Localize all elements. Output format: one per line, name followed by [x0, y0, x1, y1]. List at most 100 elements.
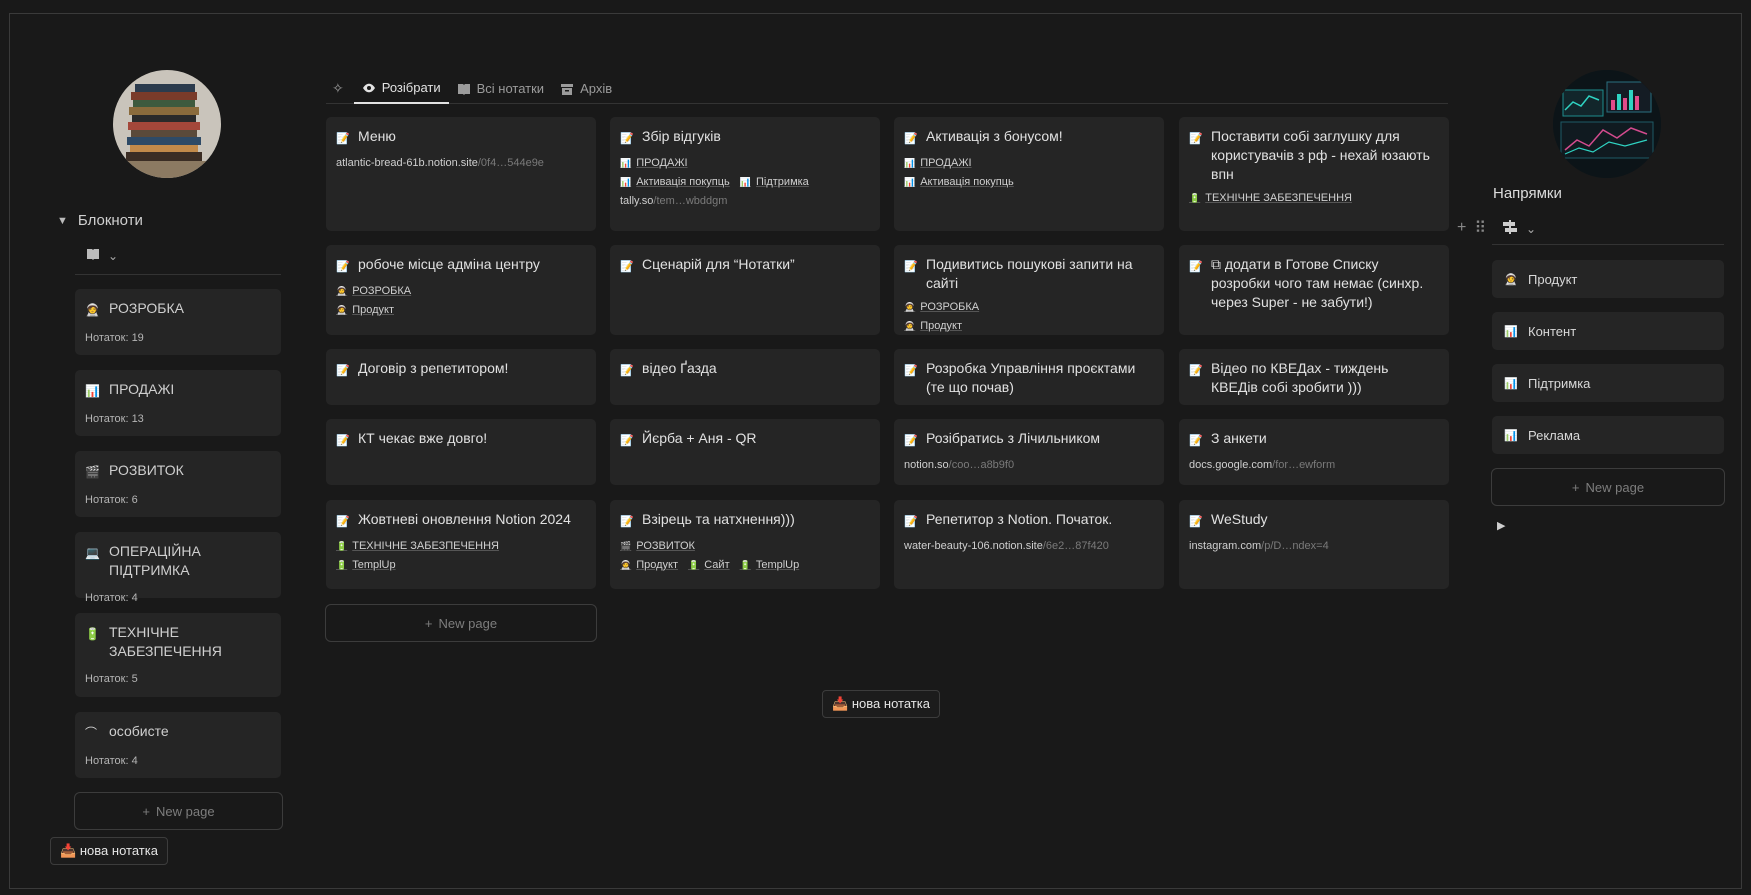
note-card[interactable]: 📝 Розробка Управління проєктами (те що по… — [894, 349, 1164, 405]
link-preview[interactable]: tally.so/tem…wbddgm — [620, 195, 870, 207]
sidebar-item-tech-support[interactable]: 🔋 ТЕХНІЧНЕ ЗАБЕЗПЕЧЕННЯ Нотаток: 5 — [75, 613, 281, 697]
play-triangle-icon[interactable]: ▶ — [1497, 519, 1505, 532]
note-card[interactable]: 📝 Збір відгуків 📊 ПРОДАЖІ 📊 Активація покуп… — [610, 117, 880, 231]
main-new-page-button[interactable]: + New page — [325, 604, 597, 642]
arc-icon: ⌒ — [85, 726, 98, 740]
note-card[interactable]: 📝 робоче місце адміна центру 🧑‍🚀 РОЗРОБКА … — [326, 245, 596, 335]
tag-product[interactable]: 🧑‍🚀 Продукт — [620, 559, 678, 571]
tag-activation[interactable]: 📊 Активація покупць — [904, 176, 1014, 188]
tag-tech-support[interactable]: 🔋 ТЕХНІЧНЕ ЗАБЕЗПЕЧЕННЯ — [1189, 192, 1352, 204]
directions-cover-image — [1553, 70, 1661, 178]
view-switcher[interactable]: ⌄ — [86, 248, 118, 263]
chart-icon: 📊 — [1504, 325, 1518, 338]
note-card[interactable]: 📝 КТ чекає вже довго! — [326, 419, 596, 485]
tag-product[interactable]: 🧑‍🚀 Продукт — [904, 320, 962, 332]
direction-item-support[interactable]: 📊 Підтримка — [1492, 364, 1724, 402]
note-card[interactable]: 📝 Договір з репетитором! — [326, 349, 596, 405]
tag-activation[interactable]: 📊 Активація покупць — [620, 176, 730, 188]
plus-icon: + — [424, 615, 433, 631]
memo-icon: 📝 — [336, 516, 350, 528]
book-icon — [86, 248, 100, 263]
sidebar-new-page-button[interactable]: + New page — [74, 792, 283, 830]
tag-rozvytok[interactable]: 🎬 РОЗВИТОК — [620, 540, 695, 552]
astronaut-icon: 🧑‍🚀 — [1504, 273, 1518, 286]
view-switcher[interactable]: ⌄ — [1502, 220, 1536, 237]
note-count: Нотаток: 13 — [85, 413, 144, 425]
memo-icon: 📝 — [336, 261, 350, 273]
right-new-page-button[interactable]: + New page — [1491, 468, 1725, 506]
chart-icon: 📊 — [620, 176, 632, 187]
note-card[interactable]: 📝 Взірець та натхнення))) 🎬 РОЗВИТОК 🧑‍🚀 Пр… — [610, 500, 880, 589]
drag-handle-icon[interactable]: ⠿ — [1474, 218, 1486, 238]
sidebar-new-note-button[interactable]: 📥 нова нотатка — [50, 837, 168, 865]
tag-site[interactable]: 🔋 Сайт — [688, 559, 730, 571]
sidebar-item-rozvytok[interactable]: 🎬 РОЗВИТОК Нотаток: 6 — [75, 451, 281, 517]
plus-icon[interactable]: + — [1457, 219, 1466, 237]
battery-icon: 🔋 — [85, 627, 100, 641]
note-card[interactable]: 📝 Відео по КВЕДах - тиждень КВЕДів собі з… — [1179, 349, 1449, 405]
tag-templup[interactable]: 🔋 TemplUp — [740, 559, 800, 571]
tab-rozibraty[interactable]: Розібрати — [353, 74, 449, 104]
direction-item-ads[interactable]: 📊 Реклама — [1492, 416, 1724, 454]
astronaut-icon: 🧑‍🚀 — [904, 320, 916, 331]
note-card[interactable]: 📝 Поставити собі заглушку для користувачі… — [1179, 117, 1449, 231]
tag-support[interactable]: 📊 Підтримка — [740, 176, 809, 188]
chevron-down-icon: ⌄ — [1526, 221, 1537, 236]
note-card[interactable]: 📝 ⧉ додати в Готове Списку розробки чого … — [1179, 245, 1449, 335]
memo-icon: 📝 — [1189, 133, 1203, 145]
link-preview[interactable]: notion.so/coo…a8b9f0 — [904, 459, 1154, 471]
tag-prodazhi[interactable]: 📊 ПРОДАЖІ — [904, 157, 972, 169]
tag-product[interactable]: 🧑‍🚀 Продукт — [336, 304, 394, 316]
battery-icon: 🔋 — [336, 540, 348, 551]
collapse-triangle-icon[interactable]: ▼ — [57, 215, 68, 227]
archive-icon — [561, 83, 574, 95]
note-card[interactable]: 📝 Активація з бонусом! 📊 ПРОДАЖІ 📊 Активаці… — [894, 117, 1164, 231]
memo-icon: 📝 — [620, 516, 634, 528]
note-card[interactable]: 📝 Репетитор з Notion. Початок. water-beau… — [894, 500, 1164, 589]
plus-icon: + — [1571, 479, 1580, 495]
note-card[interactable]: 📝 Подивитись пошукові запити на сайті 🧑‍🚀… — [894, 245, 1164, 335]
tab-all-notes[interactable]: Всі нотатки — [449, 74, 552, 104]
note-card[interactable]: 📝 Меню atlantic-bread-61b.notion.site/0f4… — [326, 117, 596, 231]
memo-icon: 📝 — [336, 133, 350, 145]
note-count: Нотаток: 19 — [85, 332, 144, 344]
tag-rozrobka[interactable]: 🧑‍🚀 РОЗРОБКА — [336, 285, 411, 297]
tag-prodazhi[interactable]: 📊 ПРОДАЖІ — [620, 157, 688, 169]
sidebar-item-personal[interactable]: ⌒ особисте Нотаток: 4 — [75, 712, 281, 778]
sidebar-item-rozrobka[interactable]: 🧑‍🚀 РОЗРОБКА Нотаток: 19 — [75, 289, 281, 355]
tag-templup[interactable]: 🔋 TemplUp — [336, 559, 396, 571]
astronaut-icon: 🧑‍🚀 — [85, 303, 100, 317]
block-controls[interactable]: + ⠿ — [1457, 218, 1486, 238]
direction-item-content[interactable]: 📊 Контент — [1492, 312, 1724, 350]
memo-icon: 📝 — [904, 261, 918, 273]
tag-rozrobka[interactable]: 🧑‍🚀 РОЗРОБКА — [904, 301, 979, 313]
sidebar-item-prodazhi[interactable]: 📊 ПРОДАЖІ Нотаток: 13 — [75, 370, 281, 436]
tag-tech-support[interactable]: 🔋 ТЕХНІЧНЕ ЗАБЕЗПЕЧЕННЯ — [336, 540, 499, 552]
note-card[interactable]: 📝 Сценарій для “Нотатки” — [610, 245, 880, 335]
note-card[interactable]: 📝 Розібратись з Лічильником notion.so/coo… — [894, 419, 1164, 485]
notebooks-header[interactable]: ▼ Блокноти — [57, 212, 143, 229]
plus-icon: + — [142, 803, 151, 819]
chart-icon: 📊 — [1504, 429, 1518, 442]
note-card[interactable]: 📝 Жовтневі оновлення Notion 2024 🔋 ТЕХНІЧН… — [326, 500, 596, 589]
link-preview[interactable]: atlantic-bread-61b.notion.site/0f4…544e9… — [336, 157, 586, 169]
memo-icon: 📝 — [904, 516, 918, 528]
main-new-note-button[interactable]: 📥 нова нотатка — [822, 690, 940, 718]
sparkle-icon[interactable]: ✧ — [326, 80, 354, 97]
note-count: Нотаток: 4 — [85, 592, 138, 604]
tab-archive[interactable]: Архів — [552, 74, 620, 104]
direction-item-product[interactable]: 🧑‍🚀 Продукт — [1492, 260, 1724, 298]
sidebar-item-operational-support[interactable]: 💻 ОПЕРАЦІЙНА ПІДТРИМКА Нотаток: 4 — [75, 532, 281, 604]
note-card[interactable]: 📝 Йєрба + Аня - QR — [610, 419, 880, 485]
link-preview[interactable]: water-beauty-106.notion.site/6e2…87f420 — [904, 540, 1154, 552]
notebooks-title: Блокноти — [77, 212, 143, 229]
link-preview[interactable]: docs.google.com/for…ewform — [1189, 459, 1439, 471]
chevron-down-icon: ⌄ — [108, 248, 119, 263]
note-card[interactable]: 📝 З анкети docs.google.com/for…ewform — [1179, 419, 1449, 485]
note-card[interactable]: 📝 відео Ґазда — [610, 349, 880, 405]
astronaut-icon: 🧑‍🚀 — [336, 304, 348, 315]
note-card[interactable]: 📝 WeStudy instagram.com/p/D…ndex=4 — [1179, 500, 1449, 589]
link-preview[interactable]: instagram.com/p/D…ndex=4 — [1189, 540, 1439, 552]
memo-icon: 📝 — [1189, 435, 1203, 447]
memo-icon: 📝 — [620, 365, 634, 377]
